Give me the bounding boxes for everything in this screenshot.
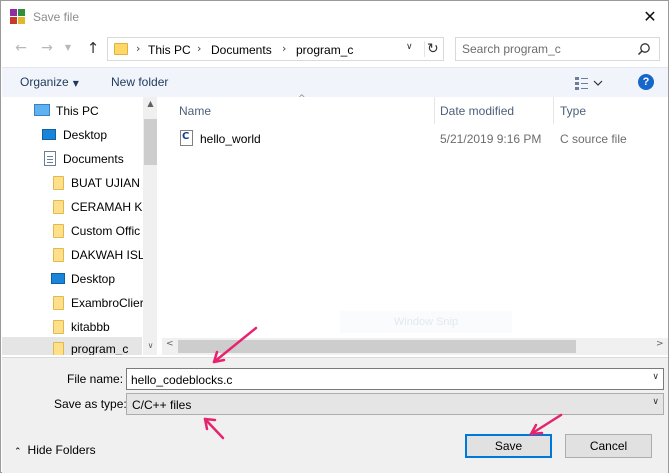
tree-item-label: program_c bbox=[71, 342, 129, 355]
folder-icon bbox=[53, 342, 64, 355]
tree-item-exambro[interactable]: ExambroClier bbox=[2, 291, 144, 315]
forward-arrow-icon[interactable]: → bbox=[38, 39, 56, 57]
scrollbar-thumb[interactable] bbox=[178, 340, 576, 353]
folder-icon bbox=[53, 248, 64, 262]
desktop-icon bbox=[42, 129, 56, 140]
breadcrumb-documents[interactable]: Documents bbox=[211, 43, 272, 57]
desktop-icon bbox=[51, 273, 65, 284]
tree-item-buat-ujian[interactable]: BUAT UJIAN bbox=[2, 171, 142, 195]
save-as-type-value: C/C++ files bbox=[132, 398, 192, 412]
computer-icon bbox=[34, 104, 50, 116]
breadcrumb-separator-icon[interactable]: › bbox=[136, 42, 140, 55]
tree-item-label: CERAMAH KH bbox=[71, 200, 152, 214]
save-button[interactable]: Save bbox=[465, 434, 552, 458]
tree-item-desktop[interactable]: Desktop bbox=[2, 123, 142, 147]
breadcrumb-separator-icon[interactable]: › bbox=[282, 42, 286, 55]
tree-item-label: Desktop bbox=[63, 128, 108, 142]
search-input[interactable] bbox=[462, 41, 632, 57]
tree-item-kitabbb[interactable]: kitabbb bbox=[2, 315, 142, 339]
hide-folders-label: Hide Folders bbox=[27, 443, 96, 457]
breadcrumb-separator-icon[interactable]: › bbox=[197, 42, 201, 55]
horizontal-scrollbar[interactable]: < > bbox=[162, 338, 668, 355]
file-row[interactable]: hello_world 5/21/2019 9:16 PM C source f… bbox=[174, 127, 654, 149]
column-header-label: Date modified bbox=[440, 104, 515, 118]
tree-item-label: kitabbb bbox=[71, 320, 110, 334]
folder-icon bbox=[53, 296, 64, 310]
column-header-label: Name bbox=[179, 104, 212, 118]
file-name-combobox[interactable]: ∨ bbox=[126, 368, 664, 390]
chevron-down-icon: ∨ bbox=[652, 397, 659, 407]
chevron-up-icon: ⌃ bbox=[14, 447, 22, 457]
recent-locations-chevron-icon[interactable]: ▼ bbox=[63, 39, 73, 57]
tree-item-this-pc[interactable]: This PC bbox=[2, 99, 142, 123]
c-source-file-icon bbox=[180, 130, 193, 146]
address-bar[interactable]: › This PC › Documents › program_c ∨ ↻ bbox=[107, 37, 444, 61]
search-box[interactable] bbox=[455, 37, 660, 61]
column-header-type[interactable]: Type bbox=[554, 97, 664, 124]
refresh-icon[interactable]: ↻ bbox=[424, 41, 440, 57]
file-name-input[interactable] bbox=[131, 372, 631, 387]
breadcrumb-this-pc[interactable]: This PC bbox=[148, 43, 191, 57]
close-button[interactable]: ✕ bbox=[640, 7, 660, 27]
documents-icon bbox=[44, 151, 56, 166]
scroll-up-icon[interactable]: ▲ bbox=[145, 99, 156, 108]
breadcrumb-program-c[interactable]: program_c bbox=[296, 43, 353, 57]
tree-item-documents[interactable]: Documents bbox=[2, 147, 142, 171]
tree-item-label: Documents bbox=[63, 152, 124, 166]
address-dropdown-icon[interactable]: ∨ bbox=[406, 42, 418, 52]
tree-item-desktop-sub[interactable]: Desktop bbox=[2, 267, 142, 291]
search-icon[interactable] bbox=[637, 42, 651, 56]
tree-item-label: BUAT UJIAN bbox=[71, 176, 140, 190]
navigation-bar: ← → ▼ ↑ › This PC › Documents › program_… bbox=[1, 32, 668, 66]
folder-icon bbox=[53, 320, 64, 334]
folder-icon bbox=[53, 200, 64, 214]
file-name-label: File name: bbox=[67, 372, 124, 386]
column-header-name[interactable]: Name bbox=[162, 97, 434, 124]
new-folder-button[interactable]: New folder bbox=[111, 75, 168, 89]
scroll-left-icon[interactable]: < bbox=[166, 339, 174, 349]
tree-item-label: ExambroClier bbox=[71, 296, 144, 310]
file-date-modified: 5/21/2019 9:16 PM bbox=[440, 132, 542, 146]
hide-folders-button[interactable]: ⌃ Hide Folders bbox=[14, 443, 96, 457]
organize-menu[interactable]: Organize ▼ bbox=[20, 75, 79, 89]
tree-item-label: Custom Offic bbox=[71, 224, 141, 238]
up-arrow-icon[interactable]: ↑ bbox=[84, 39, 102, 57]
navigation-pane-scrollbar[interactable]: ▲ ∨ bbox=[143, 97, 157, 355]
chevron-down-icon: ▼ bbox=[72, 79, 79, 88]
window-title: Save file bbox=[33, 10, 80, 24]
file-name: hello_world bbox=[200, 132, 261, 146]
tree-item-label: Desktop bbox=[71, 272, 116, 286]
organize-label: Organize bbox=[20, 75, 69, 89]
file-list-pane: ^ Name Date modified Type hello_world 5/… bbox=[162, 94, 668, 355]
tree-item-custom-office[interactable]: Custom Offic bbox=[2, 219, 142, 243]
folder-icon bbox=[114, 43, 128, 55]
navigation-pane: This PC Desktop Documents BUAT UJIAN CER… bbox=[2, 97, 157, 355]
help-icon[interactable]: ? bbox=[638, 74, 654, 90]
scroll-right-icon[interactable]: > bbox=[656, 339, 664, 349]
save-as-type-select[interactable]: C/C++ files ∨ bbox=[126, 393, 664, 415]
scrollbar-thumb[interactable] bbox=[144, 119, 157, 165]
column-header-label: Type bbox=[560, 104, 587, 118]
app-icon bbox=[10, 9, 26, 25]
tree-item-label: This PC bbox=[56, 104, 99, 118]
window-snip-watermark: Window Snip bbox=[340, 311, 512, 333]
title-bar: Save file ✕ bbox=[1, 1, 668, 32]
column-header-date-modified[interactable]: Date modified bbox=[435, 97, 553, 124]
cancel-button[interactable]: Cancel bbox=[565, 434, 652, 458]
tree-item-program-c[interactable]: program_c bbox=[2, 337, 142, 355]
save-file-dialog: Save file ✕ ← → ▼ ↑ › This PC › Document… bbox=[0, 0, 669, 473]
folder-icon bbox=[53, 224, 64, 238]
tree-item-dakwah[interactable]: DAKWAH ISL bbox=[2, 243, 145, 267]
folder-icon bbox=[53, 176, 64, 190]
command-toolbar: Organize ▼ New folder ? bbox=[2, 67, 668, 97]
save-options-panel: File name: ∨ Save as type: C/C++ files ∨… bbox=[2, 357, 668, 473]
tree-item-ceramah[interactable]: CERAMAH KH bbox=[2, 195, 151, 219]
tree-item-label: DAKWAH ISL bbox=[71, 248, 145, 262]
back-arrow-icon[interactable]: ← bbox=[12, 39, 30, 57]
file-type: C source file bbox=[560, 132, 627, 146]
scroll-down-icon[interactable]: ∨ bbox=[145, 341, 156, 350]
chevron-down-icon[interactable]: ∨ bbox=[652, 372, 659, 382]
change-view-icon[interactable] bbox=[574, 75, 604, 91]
save-as-type-label: Save as type: bbox=[54, 397, 127, 411]
